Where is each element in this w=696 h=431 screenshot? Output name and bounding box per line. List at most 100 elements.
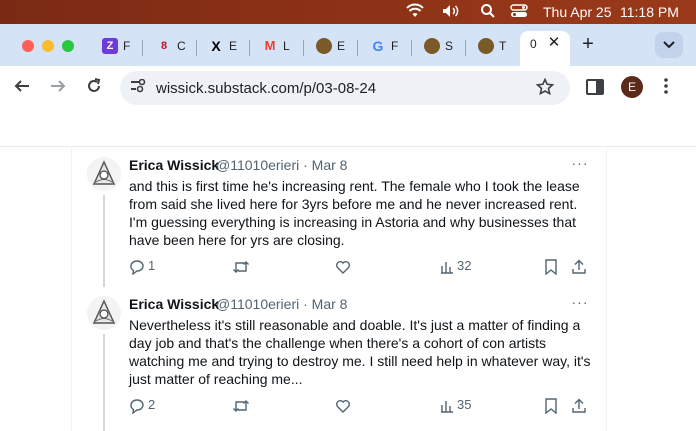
browser-tab[interactable]: Z F bbox=[100, 33, 136, 61]
tab-divider bbox=[249, 40, 250, 56]
tab-favicon-icon: M bbox=[264, 38, 276, 53]
retweet-icon bbox=[233, 260, 249, 273]
back-button[interactable] bbox=[11, 77, 33, 99]
user-avatar[interactable] bbox=[87, 157, 121, 191]
author-name[interactable]: Erica Wissick bbox=[129, 157, 219, 174]
tab-favicon-icon: X bbox=[211, 38, 221, 54]
author-handle-date[interactable]: @11010erieri · Mar 8 bbox=[216, 296, 347, 313]
reply-icon bbox=[130, 259, 144, 276]
tweet-actions: 1 32 bbox=[129, 256, 594, 276]
thread-line bbox=[103, 334, 105, 431]
share-button[interactable] bbox=[571, 395, 587, 415]
tweet: Erica Wissick @11010erieri · Mar 8 ··· N… bbox=[86, 294, 606, 431]
more-options-icon[interactable]: ··· bbox=[570, 153, 590, 173]
reply-icon bbox=[130, 398, 144, 415]
browser-tab[interactable]: M L bbox=[260, 33, 296, 61]
tab-divider bbox=[303, 40, 304, 56]
browser-menu-icon[interactable] bbox=[660, 77, 672, 99]
tab-title: F bbox=[123, 39, 131, 53]
browser-tab[interactable]: X E bbox=[206, 33, 242, 61]
reload-button[interactable] bbox=[83, 77, 105, 99]
tab-title: S bbox=[445, 39, 454, 53]
tab-title: C bbox=[177, 39, 186, 53]
tab-favicon-icon: 8 bbox=[160, 40, 168, 52]
author-name[interactable]: Erica Wissick bbox=[129, 296, 219, 313]
active-tab-title: 0 bbox=[530, 37, 537, 51]
share-icon bbox=[572, 259, 586, 274]
volume-icon[interactable] bbox=[441, 3, 461, 21]
site-info-icon[interactable] bbox=[129, 78, 147, 97]
more-options-icon[interactable]: ··· bbox=[570, 292, 590, 312]
address-bar[interactable]: wissick.substack.com/p/03-08-24 bbox=[120, 71, 570, 105]
tab-favicon-icon bbox=[424, 38, 440, 54]
tab-title: T bbox=[499, 39, 507, 53]
new-tab-button[interactable]: + bbox=[578, 34, 598, 54]
tab-title: F bbox=[391, 39, 399, 53]
bar-chart-icon bbox=[441, 400, 453, 413]
wifi-icon[interactable] bbox=[406, 3, 424, 21]
reply-count: 2 bbox=[148, 397, 156, 412]
browser-tab[interactable]: S bbox=[422, 33, 458, 61]
like-button[interactable] bbox=[335, 256, 351, 276]
tweet: Erica Wissick @11010erieri · Mar 8 ··· a… bbox=[86, 155, 606, 287]
profile-avatar[interactable]: E bbox=[621, 76, 643, 98]
tab-favicon-icon bbox=[316, 38, 332, 54]
url-text[interactable]: wissick.substack.com/p/03-08-24 bbox=[156, 80, 376, 97]
retweet-button[interactable] bbox=[232, 256, 250, 276]
share-button[interactable] bbox=[571, 256, 587, 276]
minimize-window-button[interactable] bbox=[42, 40, 54, 52]
chevron-down-icon bbox=[663, 41, 675, 49]
browser-tab[interactable]: E bbox=[314, 33, 350, 61]
bar-chart-icon bbox=[441, 261, 453, 274]
control-center-icon[interactable] bbox=[510, 3, 528, 21]
tweet-text: Nevertheless it's still reasonable and d… bbox=[129, 317, 591, 387]
tab-divider bbox=[465, 40, 466, 56]
spotlight-search-icon[interactable] bbox=[480, 3, 496, 21]
tab-title: E bbox=[229, 39, 238, 53]
tab-divider bbox=[411, 40, 412, 56]
views-button[interactable]: 32 bbox=[440, 256, 471, 276]
views-count: 32 bbox=[457, 258, 472, 273]
reply-count: 1 bbox=[148, 258, 156, 273]
side-panel-icon[interactable] bbox=[586, 79, 604, 95]
arrow-left-icon bbox=[14, 80, 29, 92]
like-button[interactable] bbox=[335, 395, 351, 415]
retweet-button[interactable] bbox=[232, 395, 250, 415]
bookmark-star-icon[interactable] bbox=[535, 77, 555, 98]
browser-tab[interactable]: 8 C bbox=[154, 33, 190, 61]
tab-search-button[interactable] bbox=[655, 32, 683, 58]
user-avatar[interactable] bbox=[87, 296, 121, 330]
views-count: 35 bbox=[457, 397, 472, 412]
tab-title: E bbox=[337, 39, 346, 53]
browser-tab[interactable]: G F bbox=[368, 33, 404, 61]
heart-icon bbox=[336, 260, 350, 274]
close-window-button[interactable] bbox=[22, 40, 34, 52]
tab-divider bbox=[196, 40, 197, 56]
tweet-actions: 2 35 bbox=[129, 395, 594, 415]
macos-menu-bar: Thu Apr 25 11:18 PM bbox=[0, 0, 696, 24]
close-tab-icon[interactable]: ✕ bbox=[546, 35, 562, 51]
author-handle-date[interactable]: @11010erieri · Mar 8 bbox=[216, 157, 347, 174]
bookmark-icon bbox=[545, 397, 557, 415]
thread-line bbox=[103, 195, 105, 287]
active-browser-tab[interactable]: 0 ✕ bbox=[520, 31, 570, 66]
reply-button[interactable]: 1 bbox=[129, 256, 155, 276]
forward-button[interactable] bbox=[47, 77, 69, 99]
menubar-date[interactable]: Thu Apr 25 bbox=[543, 3, 612, 21]
bookmark-button[interactable] bbox=[544, 256, 558, 276]
views-button[interactable]: 35 bbox=[440, 395, 471, 415]
fullscreen-window-button[interactable] bbox=[62, 40, 74, 52]
retweet-icon bbox=[233, 399, 249, 412]
bookmark-icon bbox=[545, 258, 557, 276]
tab-favicon-icon: G bbox=[372, 38, 384, 54]
tab-title: L bbox=[283, 39, 290, 53]
heart-icon bbox=[336, 399, 350, 413]
tab-favicon-icon bbox=[478, 38, 494, 54]
bookmark-button[interactable] bbox=[544, 395, 558, 415]
reload-icon bbox=[88, 78, 101, 92]
menubar-time[interactable]: 11:18 PM bbox=[620, 3, 679, 21]
browser-tab[interactable]: T bbox=[476, 33, 512, 61]
tab-divider bbox=[142, 40, 143, 56]
reply-button[interactable]: 2 bbox=[129, 395, 155, 415]
arrow-right-icon bbox=[51, 80, 66, 92]
